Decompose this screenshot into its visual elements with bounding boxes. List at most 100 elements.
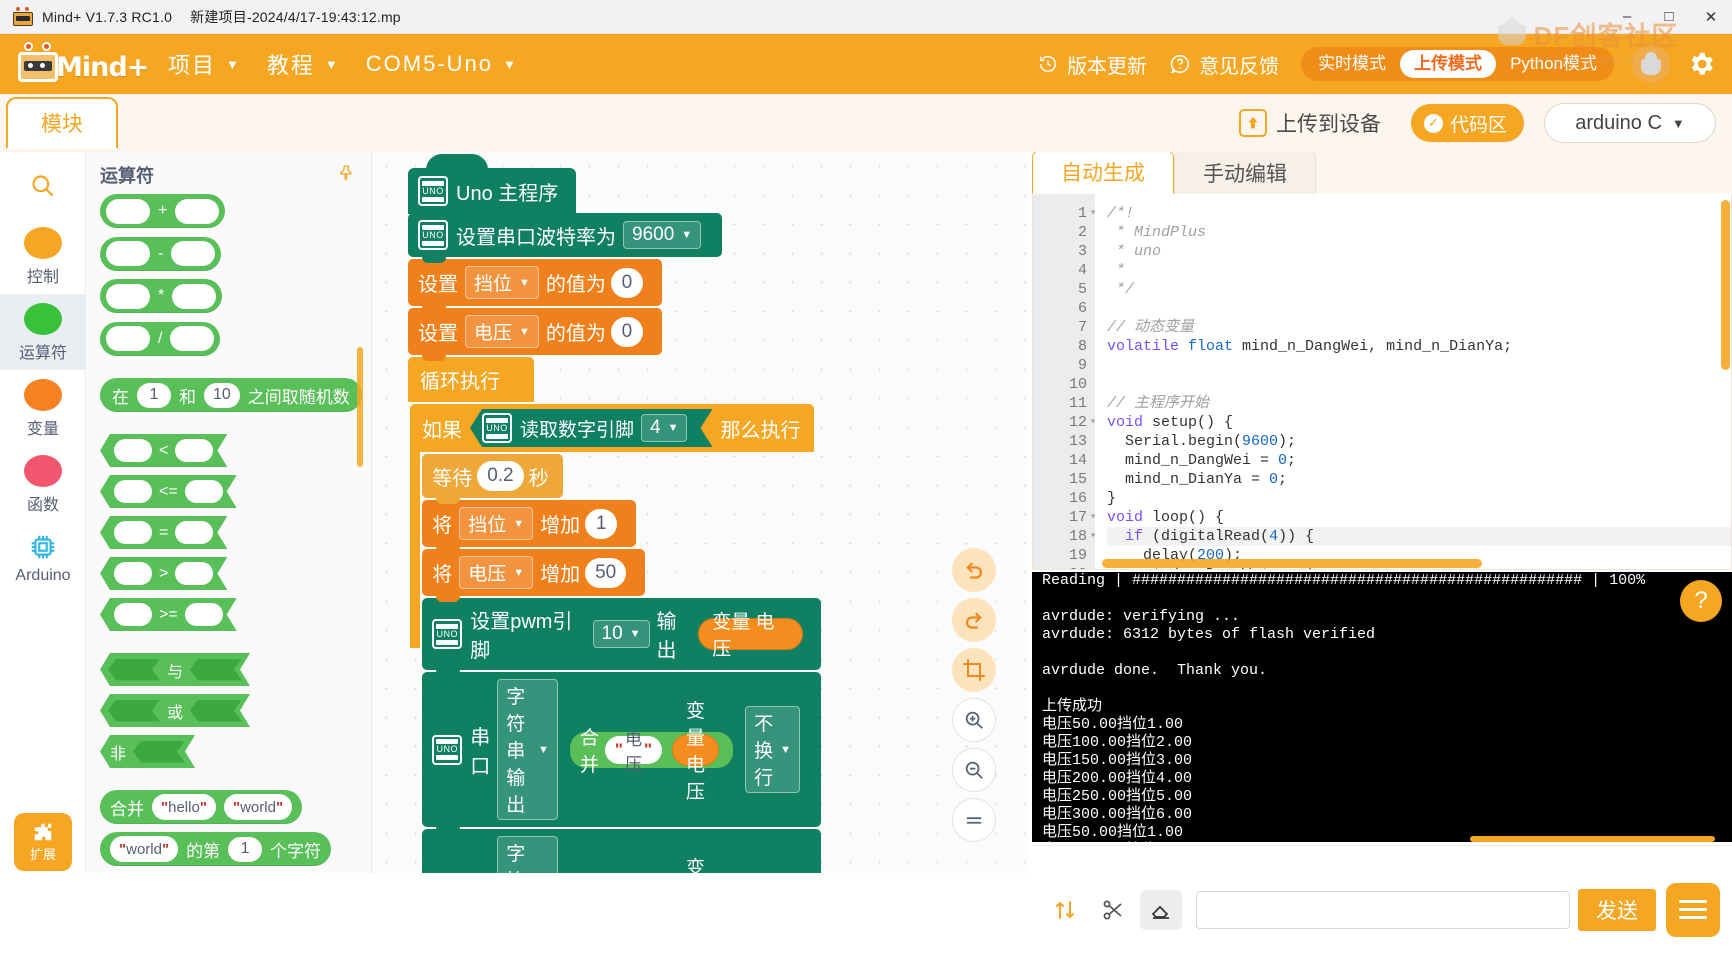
code-line[interactable]: void setup() { bbox=[1107, 413, 1731, 432]
palette-block-letter-of[interactable]: " world " 的第 1 个字符 bbox=[100, 832, 371, 866]
redo-icon[interactable] bbox=[952, 598, 996, 642]
sidebar-item-functions[interactable]: 函数 bbox=[0, 446, 86, 522]
bool-slot[interactable] bbox=[190, 659, 242, 681]
baud-dropdown[interactable]: 9600 ▼ bbox=[623, 221, 702, 249]
menu-project[interactable]: 项目 ▼ bbox=[168, 48, 239, 80]
palette-block-and[interactable]: 与 bbox=[100, 653, 371, 686]
version-update-link[interactable]: 版本更新 bbox=[1037, 50, 1147, 79]
block-change-dangwei[interactable]: 将 挡位 ▼ 增加 1 bbox=[422, 500, 821, 553]
code-fold-icon[interactable]: ▾ bbox=[1090, 508, 1096, 527]
serial-mode-dropdown[interactable]: 字符串输出▼ bbox=[497, 679, 558, 820]
code-line[interactable] bbox=[1107, 356, 1731, 375]
operand-slot[interactable] bbox=[106, 241, 150, 266]
mode-realtime[interactable]: 实时模式 bbox=[1304, 50, 1400, 78]
block-serial-print-dangwei[interactable]: UNO 串口 字符串输出▼ 合并 "挡位" 变量 挡位 bbox=[422, 829, 821, 873]
bool-slot[interactable] bbox=[108, 700, 160, 722]
zoom-out-icon[interactable] bbox=[952, 748, 996, 792]
operand-slot[interactable] bbox=[106, 283, 150, 309]
random-min-input[interactable]: 1 bbox=[137, 382, 171, 408]
operand-slot[interactable] bbox=[114, 480, 152, 503]
code-fold-icon[interactable]: ▾ bbox=[1090, 527, 1096, 546]
letter-index-input[interactable]: 1 bbox=[228, 836, 263, 862]
serial-send-input[interactable] bbox=[1196, 890, 1570, 929]
block-uno-main-hat[interactable]: UNO Uno 主程序 bbox=[408, 154, 722, 214]
menu-tutorial[interactable]: 教程 ▼ bbox=[267, 48, 338, 80]
settings-gear-icon[interactable] bbox=[1686, 49, 1716, 79]
palette-block-subtract[interactable]: - bbox=[100, 236, 371, 272]
hamburger-icon[interactable] bbox=[1666, 882, 1720, 937]
code-editor[interactable]: 1▾23456789101112▾1314151617▾18▾192021 /*… bbox=[1032, 194, 1732, 570]
bool-slot[interactable] bbox=[190, 700, 242, 722]
block-forever-loop[interactable]: 循环执行 如果 UNO 读取数字引脚 4 ▼ 那么执行 等待 0.2 秒 将 挡… bbox=[408, 357, 821, 873]
code-line[interactable]: Serial.begin(9600); bbox=[1107, 432, 1731, 451]
set-value-input[interactable]: 0 bbox=[610, 267, 643, 298]
block-workspace[interactable]: UNO Uno 主程序 UNO 设置串口波特率为 9600 ▼ 设置 挡位 ▼ 的值… bbox=[372, 152, 1028, 873]
pwm-pin-dropdown[interactable]: 10 ▼ bbox=[592, 620, 650, 648]
serial-mode-dropdown[interactable]: 字符串输出▼ bbox=[497, 836, 558, 873]
pin-icon[interactable] bbox=[338, 164, 355, 186]
code-horizontal-scrollbar[interactable] bbox=[1102, 559, 1482, 568]
bool-slot[interactable] bbox=[108, 659, 160, 681]
wait-value-input[interactable]: 0.2 bbox=[477, 461, 524, 491]
zoom-reset-icon[interactable] bbox=[952, 798, 996, 842]
block-read-digital-pin[interactable]: UNO 读取数字引脚 4 ▼ bbox=[470, 409, 712, 447]
code-line[interactable]: } bbox=[1107, 489, 1731, 508]
sort-icon[interactable] bbox=[1044, 890, 1086, 930]
sidebar-item-operators[interactable]: 运算符 bbox=[0, 294, 86, 370]
code-line[interactable]: /*! bbox=[1107, 204, 1731, 223]
operand-slot[interactable] bbox=[185, 480, 223, 503]
palette-block-not[interactable]: 非 bbox=[100, 735, 371, 768]
palette-block-join[interactable]: 合并 " hello " " world " bbox=[100, 790, 371, 824]
operand-slot[interactable] bbox=[170, 326, 215, 351]
help-icon[interactable]: ? bbox=[1680, 580, 1722, 622]
code-area-toggle[interactable]: ✓ 代码区 bbox=[1410, 104, 1524, 142]
sidebar-item-variables[interactable]: 变量 bbox=[0, 370, 86, 446]
pin-dropdown[interactable]: 4 ▼ bbox=[641, 414, 687, 442]
variable-dropdown[interactable]: 挡位 ▼ bbox=[459, 507, 534, 540]
variable-reporter-dianya[interactable]: 变量 电压 bbox=[672, 701, 720, 803]
code-line[interactable]: * uno bbox=[1107, 242, 1731, 261]
palette-block-multiply[interactable]: * bbox=[100, 279, 371, 314]
upload-to-device-button[interactable]: 上传到设备 bbox=[1238, 108, 1381, 138]
block-change-dianya[interactable]: 将 电压 ▼ 增加 50 bbox=[422, 549, 821, 602]
join-a-input[interactable]: " hello " bbox=[152, 794, 216, 820]
menu-device-port[interactable]: COM5-Uno ▼ bbox=[366, 51, 516, 77]
close-button[interactable]: ✕ bbox=[1690, 0, 1732, 34]
operand-slot[interactable] bbox=[175, 562, 213, 585]
palette-block-random[interactable]: 在 1 和 10 之间取随机数 bbox=[100, 378, 371, 412]
scissors-icon[interactable] bbox=[1092, 890, 1134, 930]
code-line[interactable] bbox=[1107, 299, 1731, 318]
eraser-icon[interactable] bbox=[1140, 889, 1182, 930]
send-button[interactable]: 发送 bbox=[1578, 888, 1656, 931]
code-line[interactable]: // 动态变量 bbox=[1107, 318, 1731, 337]
mode-upload[interactable]: 上传模式 bbox=[1400, 50, 1497, 78]
tab-modules[interactable]: 模块 bbox=[6, 97, 118, 149]
zoom-in-icon[interactable] bbox=[952, 698, 996, 742]
code-fold-icon[interactable]: ▾ bbox=[1090, 413, 1096, 432]
palette-block-lte[interactable]: <= bbox=[100, 475, 371, 508]
letter-src-input[interactable]: " world " bbox=[110, 836, 179, 862]
operand-slot[interactable] bbox=[175, 198, 220, 224]
tab-auto-generate[interactable]: 自动生成 bbox=[1032, 150, 1174, 194]
serial-terminal[interactable]: Reading | ##############################… bbox=[1032, 572, 1732, 842]
operand-slot[interactable] bbox=[106, 198, 150, 224]
block-join-dianya[interactable]: 合并 " 电压 " 变量 电压 bbox=[569, 701, 734, 803]
code-line[interactable] bbox=[1107, 375, 1731, 394]
palette-block-divide[interactable]: / bbox=[100, 321, 371, 357]
palette-block-gt[interactable]: > bbox=[100, 557, 371, 590]
palette-block-gte[interactable]: >= bbox=[100, 598, 371, 631]
operand-slot[interactable] bbox=[114, 439, 152, 462]
operand-slot[interactable] bbox=[185, 603, 223, 626]
operand-slot[interactable] bbox=[172, 283, 217, 309]
undo-icon[interactable] bbox=[952, 548, 996, 592]
code-line[interactable]: * MindPlus bbox=[1107, 223, 1731, 242]
operand-slot[interactable] bbox=[171, 241, 216, 266]
join-b-input[interactable]: " world " bbox=[223, 794, 293, 820]
code-line[interactable]: // 主程序开始 bbox=[1107, 394, 1731, 413]
block-set-variable-dangwei[interactable]: 设置 挡位 ▼ 的值为 0 bbox=[408, 259, 722, 312]
code-line[interactable]: void loop() { bbox=[1107, 508, 1731, 527]
code-fold-icon[interactable]: ▾ bbox=[1090, 204, 1096, 223]
code-line[interactable]: mind_n_DangWei = 0; bbox=[1107, 451, 1731, 470]
operand-slot[interactable] bbox=[175, 439, 213, 462]
tab-manual-edit[interactable]: 手动编辑 bbox=[1174, 150, 1316, 194]
